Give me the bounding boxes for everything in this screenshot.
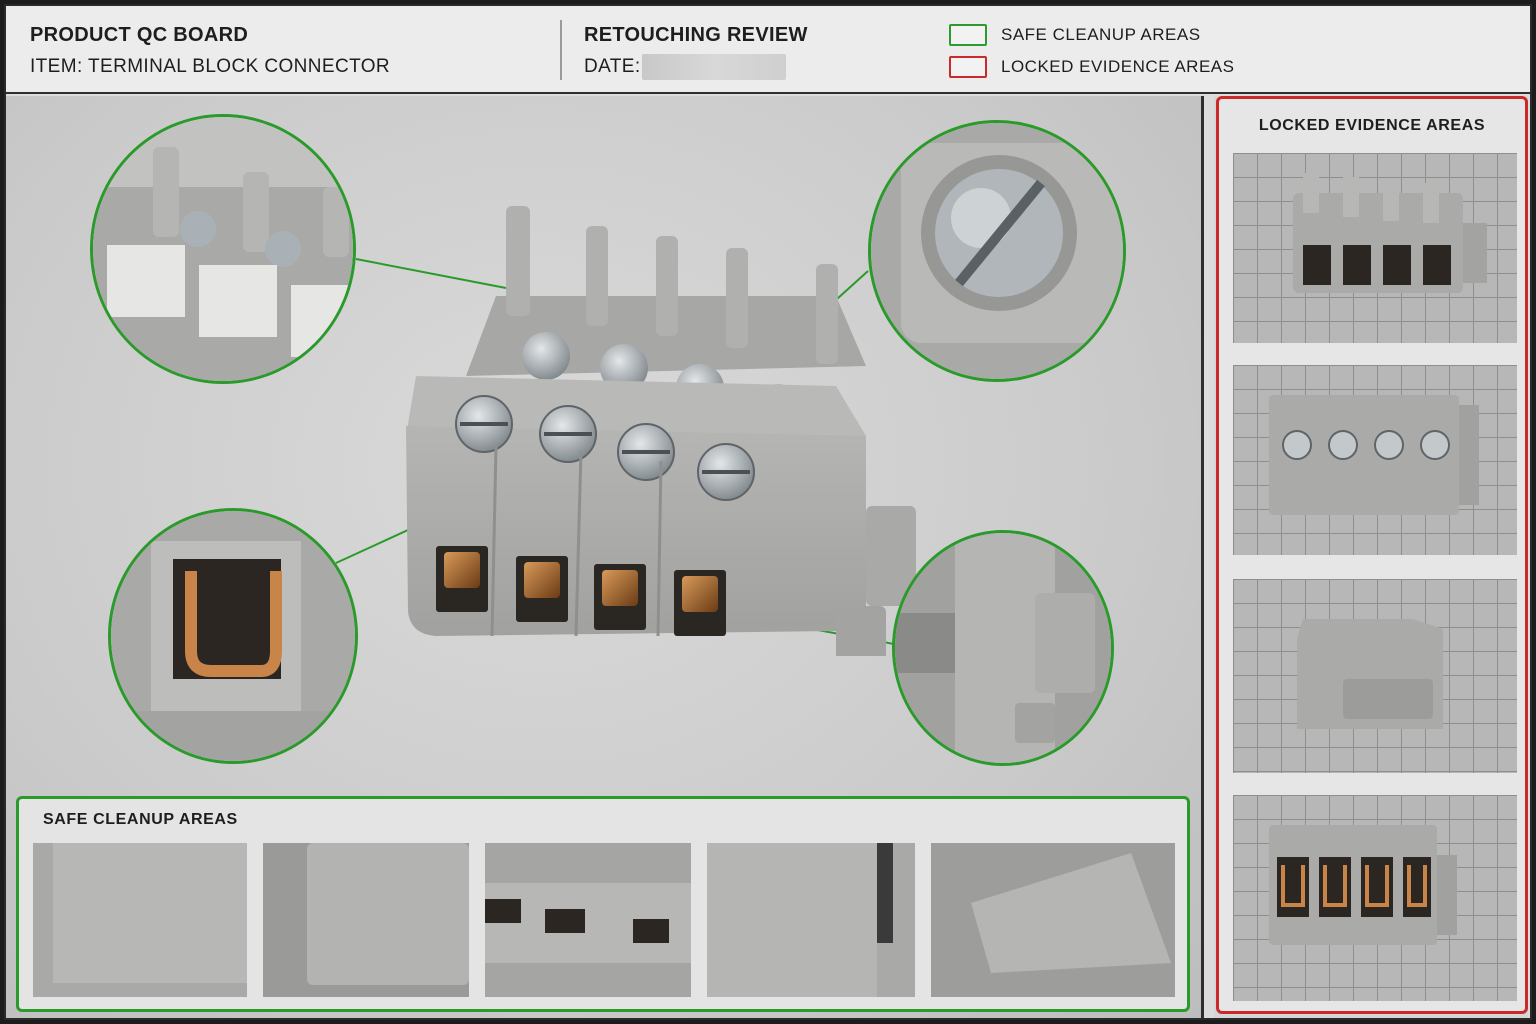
surface-icon <box>33 843 247 997</box>
safe-thumb-4[interactable] <box>707 843 915 997</box>
safe-thumb-5[interactable] <box>931 843 1175 997</box>
item-line: ITEM: TERMINAL BLOCK CONNECTOR <box>30 56 391 77</box>
header-divider <box>560 20 562 80</box>
screw-icon <box>871 123 1123 379</box>
terminal-block-front-icon <box>1269 825 1457 945</box>
locked-thumb-4[interactable] <box>1233 795 1517 1001</box>
openings-icon <box>485 843 691 997</box>
copper-contact-icon <box>111 511 355 761</box>
terminal-block-side-icon <box>1297 619 1443 729</box>
safe-cleanup-panel: SAFE CLEANUP AREAS <box>16 796 1190 1012</box>
corner-icon <box>263 843 469 997</box>
zoom-callout-latch <box>892 530 1114 766</box>
locked-evidence-panel: LOCKED EVIDENCE AREAS <box>1216 96 1528 1014</box>
header-bar: PRODUCT QC BOARD ITEM: TERMINAL BLOCK CO… <box>6 6 1530 94</box>
locked-thumb-3[interactable] <box>1233 579 1517 773</box>
side-wall-icon <box>707 843 915 997</box>
right-column: LOCKED EVIDENCE AREAS <box>1214 96 1528 1018</box>
safe-swatch <box>949 24 987 46</box>
terminal-block-iso-icon <box>1293 173 1487 293</box>
main-photo-area: SAFE CLEANUP AREAS <box>6 96 1204 1018</box>
locked-swatch <box>949 56 987 78</box>
zoom-callout-screw <box>868 120 1126 382</box>
legend-locked-label: LOCKED EVIDENCE AREAS <box>1001 57 1235 76</box>
qc-board: PRODUCT QC BOARD ITEM: TERMINAL BLOCK CO… <box>4 4 1532 1020</box>
date-redaction <box>642 54 786 80</box>
terminal-block-top-icon <box>1269 395 1479 515</box>
zoom-callout-labels <box>90 114 356 384</box>
safe-thumb-1[interactable] <box>33 843 247 997</box>
locked-panel-title: LOCKED EVIDENCE AREAS <box>1258 117 1486 134</box>
legend-safe: SAFE CLEANUP AREAS <box>949 24 1201 46</box>
locked-thumb-2[interactable] <box>1233 365 1517 555</box>
safe-thumb-3[interactable] <box>485 843 691 997</box>
locked-thumb-1[interactable] <box>1233 153 1517 343</box>
legend-safe-label: SAFE CLEANUP AREAS <box>1001 25 1201 44</box>
safe-panel-title: SAFE CLEANUP AREAS <box>43 811 238 828</box>
legend-locked: LOCKED EVIDENCE AREAS <box>949 56 1234 78</box>
safe-thumb-2[interactable] <box>263 843 469 997</box>
board-title: PRODUCT QC BOARD <box>30 24 249 46</box>
latch-icon <box>895 533 1111 763</box>
review-title: RETOUCHING REVIEW <box>584 24 808 46</box>
label-area-icon <box>93 117 353 381</box>
zoom-callout-contact <box>108 508 358 764</box>
date-label: DATE: <box>584 56 641 77</box>
tab-icon <box>931 843 1175 997</box>
